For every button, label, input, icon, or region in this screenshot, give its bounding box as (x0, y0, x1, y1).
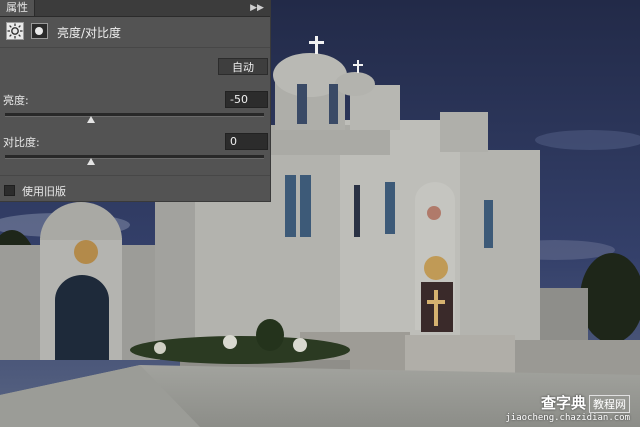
contrast-label: 对比度: (3, 136, 40, 149)
sun-brightness-icon[interactable] (6, 22, 24, 40)
use-legacy-checkbox[interactable] (4, 185, 15, 196)
watermark-url: jiaocheng.chazidian.com (505, 413, 630, 423)
auto-button[interactable]: 自动 (218, 58, 268, 75)
brightness-input[interactable]: -50 (225, 91, 268, 108)
adjustment-title: 亮度/对比度 (57, 26, 122, 40)
contrast-input[interactable]: 0 (225, 133, 268, 150)
panel-tab-bar: 属性 ▶▶ (0, 0, 270, 17)
watermark-badge: 教程网 (589, 395, 630, 413)
layer-mask-icon[interactable] (31, 23, 48, 39)
brightness-label: 亮度: (3, 94, 29, 107)
brightness-slider-thumb[interactable] (87, 116, 96, 123)
watermark-main: 查字典 教程网 (505, 392, 630, 413)
tab-properties[interactable]: 属性 (0, 0, 35, 16)
contrast-slider-track[interactable] (5, 155, 264, 159)
contrast-slider-thumb[interactable] (87, 158, 96, 165)
properties-panel: 属性 ▶▶ 亮度/对比度 自动 亮度: -50 对比度: 0 使用旧版 (0, 0, 271, 202)
watermark: 查字典 教程网 jiaocheng.chazidian.com (505, 392, 630, 423)
watermark-title: 查字典 (540, 394, 586, 412)
use-legacy-label: 使用旧版 (22, 185, 66, 198)
panel-divider (0, 175, 270, 176)
brightness-slider-track[interactable] (5, 113, 264, 117)
double-chevron-right-icon[interactable]: ▶▶ (248, 0, 266, 16)
mask-dot (35, 27, 43, 35)
adjustment-header: 亮度/对比度 (0, 17, 270, 48)
